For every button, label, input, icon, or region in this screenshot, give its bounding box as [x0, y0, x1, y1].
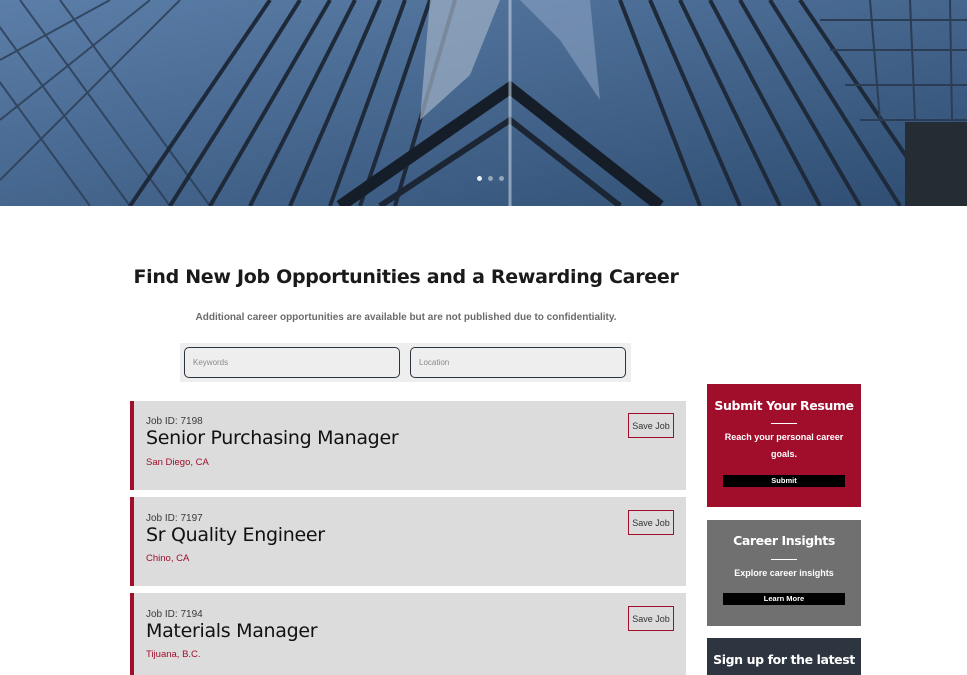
job-listing[interactable]: Job ID: 7194 Materials Manager Tijuana, … [130, 593, 686, 675]
submit-button[interactable]: Submit [723, 475, 845, 487]
career-insights-card: Career Insights Explore career insights … [707, 520, 861, 626]
job-listing[interactable]: Job ID: 7197 Sr Quality Engineer Chino, … [130, 497, 686, 586]
card-title: Career Insights [733, 533, 835, 548]
card-text: Reach your personal career goals. [724, 432, 844, 459]
job-id: Job ID: 7198 [146, 416, 203, 427]
submit-resume-card: Submit Your Resume Reach your personal c… [707, 384, 861, 507]
divider [771, 423, 797, 424]
save-job-button[interactable]: Save Job [628, 510, 674, 535]
job-location: Tijuana, B.C. [146, 649, 201, 660]
carousel-dot-1[interactable] [477, 176, 482, 181]
page-subtitle: Additional career opportunities are avai… [195, 312, 617, 323]
divider [771, 559, 797, 560]
job-id: Job ID: 7194 [146, 609, 203, 620]
keywords-input[interactable] [184, 347, 400, 378]
card-title: Sign up for the latest [713, 652, 855, 667]
carousel-dots [477, 176, 504, 181]
page-title: Find New Job Opportunities and a Rewardi… [133, 266, 679, 288]
carousel-dot-3[interactable] [499, 176, 504, 181]
location-input[interactable] [410, 347, 626, 378]
card-text: Explore career insights [734, 568, 834, 578]
save-job-button[interactable]: Save Job [628, 606, 674, 631]
job-listing[interactable]: Job ID: 7198 Senior Purchasing Manager S… [130, 401, 686, 490]
job-title[interactable]: Sr Quality Engineer [146, 524, 325, 546]
job-location: Chino, CA [146, 553, 190, 564]
newsletter-signup-card: Sign up for the latest [707, 638, 861, 675]
learn-more-button[interactable]: Learn More [723, 593, 845, 605]
save-job-button[interactable]: Save Job [628, 413, 674, 438]
carousel-dot-2[interactable] [488, 176, 493, 181]
hero-banner [0, 0, 967, 206]
job-location: San Diego, CA [146, 457, 209, 468]
job-title[interactable]: Senior Purchasing Manager [146, 427, 399, 449]
job-search-bar [180, 343, 631, 382]
card-title: Submit Your Resume [714, 398, 854, 413]
job-title[interactable]: Materials Manager [146, 620, 318, 642]
job-id: Job ID: 7197 [146, 513, 203, 524]
